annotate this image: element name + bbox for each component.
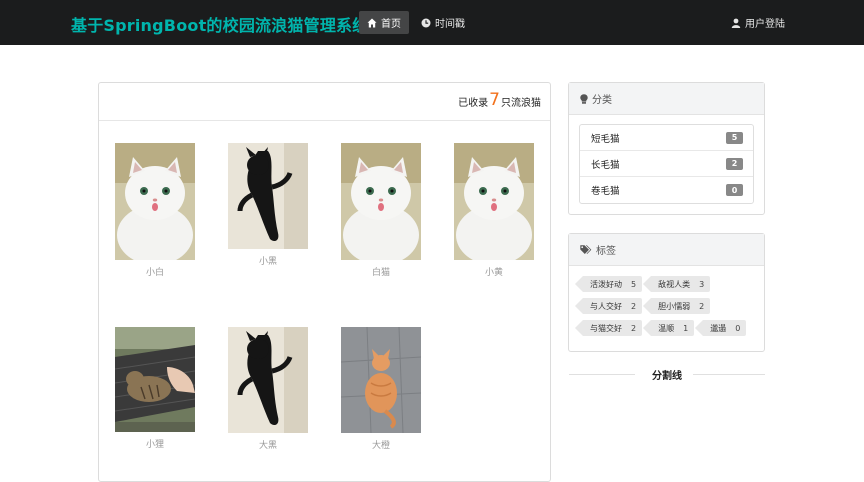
category-card: 分类 短毛猫 5 长毛猫 2 卷毛猫 0: [568, 82, 765, 215]
category-count-badge: 5: [726, 131, 743, 144]
tag-card: 标签 活泼好动 5 敌视人类 3 与人交好 2 胆小懦弱 2 与猫交好 2 温顺 1 邋遢 0: [568, 233, 765, 352]
tag-cloud: 活泼好动 5 敌视人类 3 与人交好 2 胆小懦弱 2 与猫交好 2 温顺 1 邋遢 0: [569, 266, 764, 350]
category-title: 分类: [592, 95, 612, 106]
section-divider: 分割线: [569, 367, 765, 382]
cat-card[interactable]: 大黑: [228, 327, 308, 451]
category-label: 卷毛猫: [591, 186, 620, 197]
tag-count: 1: [683, 323, 689, 333]
nav-home[interactable]: 首页: [359, 11, 409, 34]
cat-card[interactable]: 小黄: [454, 143, 534, 278]
cat-photo-white[interactable]: [454, 143, 534, 260]
user-icon: [731, 18, 741, 28]
tag-count: 2: [699, 301, 705, 311]
category-header: 分类: [569, 83, 764, 115]
tag-count: 3: [699, 279, 705, 289]
category-count-badge: 2: [726, 157, 743, 170]
cat-name[interactable]: 大橙: [341, 438, 421, 451]
tag-item[interactable]: 胆小懦弱 2: [643, 298, 711, 314]
clock-icon: [421, 18, 431, 27]
cat-photo-orange[interactable]: [341, 327, 421, 433]
tag-label: 敌视人类: [658, 279, 691, 289]
lightbulb-icon: [580, 93, 588, 104]
tag-item[interactable]: 温顺 1: [643, 320, 695, 336]
tag-title: 标签: [596, 246, 616, 257]
tag-count: 0: [735, 323, 741, 333]
tag-item[interactable]: 敌视人类 3: [643, 276, 711, 292]
cat-name[interactable]: 白猫: [341, 265, 421, 278]
category-item[interactable]: 长毛猫 2: [580, 151, 753, 177]
tag-label: 活泼好动: [590, 279, 622, 289]
site-brand[interactable]: 基于SpringBoot的校园流浪猫管理系统: [71, 12, 368, 36]
nav-timeline[interactable]: 时间戳: [421, 11, 465, 34]
cat-photo-black[interactable]: [228, 327, 308, 433]
tag-label: 胆小懦弱: [658, 301, 691, 311]
divider-line-right: [693, 374, 765, 375]
cat-name[interactable]: 大黑: [228, 438, 308, 451]
home-icon: [367, 18, 377, 27]
nav-login-label: 用户登陆: [745, 19, 785, 30]
category-list: 短毛猫 5 长毛猫 2 卷毛猫 0: [579, 124, 754, 204]
cat-name[interactable]: 小黄: [454, 265, 534, 278]
category-item[interactable]: 短毛猫 5: [580, 125, 753, 151]
tag-label: 温顺: [658, 323, 675, 333]
cat-photo-tabby[interactable]: [115, 327, 195, 432]
cat-photo-black[interactable]: [228, 143, 308, 249]
tag-label: 邋遢: [710, 323, 727, 333]
cat-card[interactable]: 小狸: [115, 327, 195, 450]
cat-card[interactable]: 小黑: [228, 143, 308, 267]
tag-count: 2: [631, 323, 637, 333]
tag-header: 标签: [569, 234, 764, 266]
count-prefix: 已收录: [458, 98, 489, 109]
cat-name[interactable]: 小白: [115, 265, 195, 278]
count-number: 7: [489, 90, 500, 110]
tag-count: 2: [631, 301, 637, 311]
cat-card[interactable]: 小白: [115, 143, 195, 278]
cat-count-summary: 已收录 7 只流浪猫: [458, 90, 541, 110]
cat-card[interactable]: 大橙: [341, 327, 421, 451]
cat-name[interactable]: 小狸: [115, 437, 195, 450]
nav-home-label: 首页: [381, 19, 401, 30]
tag-count: 5: [631, 279, 637, 289]
category-item[interactable]: 卷毛猫 0: [580, 177, 753, 203]
tag-item[interactable]: 邋遢 0: [695, 320, 747, 336]
gallery-header: 已收录 7 只流浪猫: [99, 83, 550, 121]
category-label: 长毛猫: [591, 159, 620, 171]
tag-label: 与人交好: [590, 301, 622, 311]
tag-item[interactable]: 与猫交好 2: [574, 320, 643, 336]
cat-name[interactable]: 小黑: [228, 254, 308, 267]
top-navbar: 基于SpringBoot的校园流浪猫管理系统 首页 时间戳 用户登陆: [0, 0, 864, 45]
tags-icon: [580, 244, 592, 254]
cat-card[interactable]: 白猫: [341, 143, 421, 278]
nav-login[interactable]: 用户登陆: [731, 11, 785, 34]
cat-photo-white[interactable]: [115, 143, 195, 260]
tag-label: 与猫交好: [590, 323, 622, 333]
tag-item[interactable]: 活泼好动 5: [574, 276, 643, 292]
cat-photo-white[interactable]: [341, 143, 421, 260]
nav-timeline-label: 时间戳: [435, 19, 465, 30]
count-suffix: 只流浪猫: [501, 98, 541, 109]
category-label: 短毛猫: [591, 133, 620, 145]
tag-item[interactable]: 与人交好 2: [574, 298, 643, 314]
category-count-badge: 0: [726, 184, 743, 196]
